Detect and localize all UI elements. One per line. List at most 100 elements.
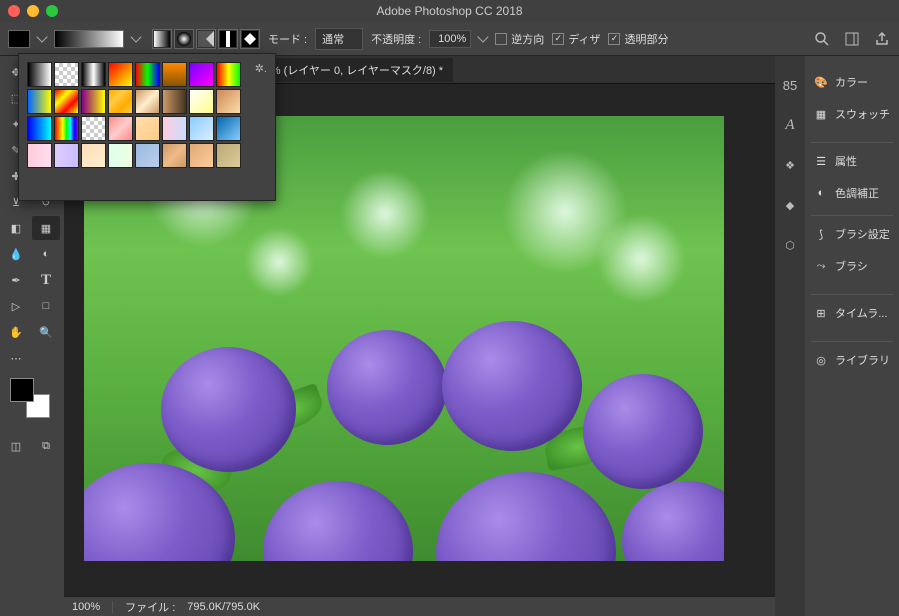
gradient-preset-23[interactable] [216, 116, 241, 141]
gradient-preset-0[interactable] [27, 62, 52, 87]
right-panels: 85 A ❖ ◆ ⬡ 🎨カラー ▦スウォッチ ☰属性 ◐色調補正 ⟆ブラシ設定 … [775, 56, 899, 616]
gradient-preset-1[interactable] [54, 62, 79, 87]
glyphs-icon[interactable]: 85 [781, 76, 799, 94]
gradient-preset-16[interactable] [27, 116, 52, 141]
dodge-tool[interactable]: ◐ [32, 242, 60, 266]
blur-tool[interactable]: 💧 [2, 242, 30, 266]
panel-swatch[interactable]: ▦スウォッチ [811, 100, 893, 128]
angle-gradient-icon[interactable] [196, 29, 216, 49]
gradient-preset-19[interactable] [108, 116, 133, 141]
gradient-tool[interactable]: ▦ [32, 216, 60, 240]
paths-icon[interactable]: ⬡ [781, 236, 799, 254]
status-bar: 100% ファイル : 795.0K/795.0K [64, 596, 775, 616]
share-icon[interactable] [873, 30, 891, 48]
panel-brush-settings[interactable]: ⟆ブラシ設定 [811, 215, 893, 248]
shape-tool[interactable]: □ [32, 294, 60, 318]
quickmask-icon[interactable]: ◫ [2, 434, 30, 458]
gradient-preset-21[interactable] [162, 116, 187, 141]
gradient-preset-6[interactable] [189, 62, 214, 87]
path-select-tool[interactable]: ▷ [2, 294, 30, 318]
gradient-preset-24[interactable] [27, 143, 52, 168]
sliders-icon: ☰ [813, 153, 829, 169]
panel-brush[interactable]: ⤳ブラシ [811, 252, 893, 280]
opacity-input[interactable]: 100% [429, 30, 471, 48]
panel-properties[interactable]: ☰属性 [811, 142, 893, 175]
pen-tool[interactable]: ✒ [2, 268, 30, 292]
timeline-icon: ⊞ [813, 305, 829, 321]
channels-icon[interactable]: ◆ [781, 196, 799, 214]
gradient-preview[interactable] [54, 30, 124, 48]
dither-checkbox[interactable]: ディザ [552, 31, 600, 47]
opacity-label: 不透明度 : [371, 31, 421, 47]
chevron-down-icon[interactable] [36, 31, 47, 42]
hand-tool[interactable]: ✋ [2, 320, 30, 344]
gradient-preset-15[interactable] [216, 89, 241, 114]
zoom-tool[interactable]: 🔍 [32, 320, 60, 344]
gradient-preset-26[interactable] [81, 143, 106, 168]
more-tools[interactable]: ⋯ [2, 346, 30, 370]
options-bar: モード : 通常 不透明度 : 100% 逆方向 ディザ 透明部分 [0, 22, 899, 56]
foreground-color[interactable] [10, 378, 34, 402]
panel-library[interactable]: ◎ライブラリ [811, 341, 893, 374]
gradient-preset-13[interactable] [162, 89, 187, 114]
foreground-swatch[interactable] [8, 30, 30, 48]
gradient-preset-4[interactable] [135, 62, 160, 87]
gradient-preset-5[interactable] [162, 62, 187, 87]
workspace-icon[interactable] [843, 30, 861, 48]
gradient-preset-14[interactable] [189, 89, 214, 114]
eraser-tool[interactable]: ◧ [2, 216, 30, 240]
transparency-checkbox[interactable]: 透明部分 [608, 31, 668, 47]
panel-color[interactable]: 🎨カラー [811, 68, 893, 96]
brush-icon: ⤳ [813, 258, 829, 274]
reverse-checkbox[interactable]: 逆方向 [495, 31, 544, 47]
gear-icon[interactable]: ✲. [255, 62, 267, 75]
gradient-preset-12[interactable] [135, 89, 160, 114]
chevron-down-icon[interactable] [130, 31, 141, 42]
file-info: 795.0K/795.0K [187, 601, 260, 613]
character-icon[interactable]: A [781, 116, 799, 134]
brush-settings-icon: ⟆ [813, 226, 829, 242]
gradient-preset-grid [27, 62, 267, 168]
layers-icon[interactable]: ❖ [781, 156, 799, 174]
cc-icon: ◎ [813, 352, 829, 368]
gradient-preset-31[interactable] [216, 143, 241, 168]
chevron-down-icon[interactable] [478, 31, 489, 42]
gradient-preset-18[interactable] [81, 116, 106, 141]
half-circle-icon: ◐ [813, 185, 829, 201]
color-swatches[interactable] [10, 378, 50, 418]
gradient-preset-28[interactable] [135, 143, 160, 168]
gradient-preset-27[interactable] [108, 143, 133, 168]
gradient-type-buttons [152, 29, 260, 49]
gradient-preset-2[interactable] [81, 62, 106, 87]
screenmode-icon[interactable]: ⧉ [32, 434, 60, 458]
titlebar: Adobe Photoshop CC 2018 [0, 0, 899, 22]
gradient-picker-popup: ✲. [18, 53, 276, 201]
search-icon[interactable] [813, 30, 831, 48]
gradient-preset-29[interactable] [162, 143, 187, 168]
gradient-preset-10[interactable] [81, 89, 106, 114]
linear-gradient-icon[interactable] [152, 29, 172, 49]
mode-select[interactable]: 通常 [315, 28, 363, 50]
gradient-preset-17[interactable] [54, 116, 79, 141]
gradient-preset-9[interactable] [54, 89, 79, 114]
gradient-preset-7[interactable] [216, 62, 241, 87]
diamond-gradient-icon[interactable] [240, 29, 260, 49]
palette-icon: 🎨 [813, 74, 829, 90]
gradient-preset-22[interactable] [189, 116, 214, 141]
panel-adjustments[interactable]: ◐色調補正 [811, 179, 893, 207]
type-tool[interactable]: T [32, 268, 60, 292]
zoom-level[interactable]: 100% [72, 601, 113, 613]
file-info-label: ファイル : [125, 599, 175, 615]
app-title: Adobe Photoshop CC 2018 [0, 4, 899, 18]
gradient-preset-25[interactable] [54, 143, 79, 168]
gradient-preset-11[interactable] [108, 89, 133, 114]
panel-icon-strip: 85 A ❖ ◆ ⬡ [775, 56, 805, 616]
radial-gradient-icon[interactable] [174, 29, 194, 49]
gradient-preset-8[interactable] [27, 89, 52, 114]
gradient-preset-3[interactable] [108, 62, 133, 87]
grid-icon: ▦ [813, 106, 829, 122]
panel-timeline[interactable]: ⊞タイムラ... [811, 294, 893, 327]
reflected-gradient-icon[interactable] [218, 29, 238, 49]
gradient-preset-20[interactable] [135, 116, 160, 141]
gradient-preset-30[interactable] [189, 143, 214, 168]
